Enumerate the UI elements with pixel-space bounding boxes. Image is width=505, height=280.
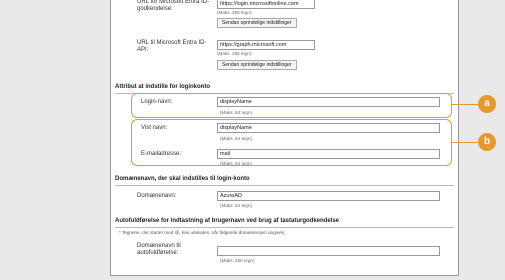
domain-hint: (Maks. 64 tegn) bbox=[220, 203, 252, 208]
callout-a-leader bbox=[452, 104, 478, 105]
entra-id-url-hint: (Maks. 255 tegn) bbox=[217, 10, 252, 15]
autocomplete-section-title: Autofuldførelse for indtastning af bruge… bbox=[115, 218, 454, 228]
entra-id-url-label: URL for Microsoft Entra ID-godkendelse: bbox=[137, 0, 210, 12]
entra-api-url-label: URL til Microsoft Entra ID-API: bbox=[137, 40, 207, 53]
callout-b-badge: b bbox=[478, 133, 496, 151]
autocomplete-note: * Tegnene, der starter med @, kan udelad… bbox=[119, 230, 286, 235]
highlight-box-a bbox=[131, 93, 452, 118]
entra-id-url-reset-button[interactable]: Sendan oprindelige indstillinger bbox=[217, 18, 297, 28]
entra-api-url-hint: (Maks. 255 tegn) bbox=[217, 51, 252, 56]
domain-input[interactable]: AzureAD bbox=[217, 191, 440, 201]
entra-id-url-input[interactable]: https://login.microsoftonline.com bbox=[217, 0, 315, 9]
domain-section-title: Domænenavn, der skal indstilles til logi… bbox=[115, 176, 454, 186]
autocomplete-domain-hint: (Maks. 255 tegn) bbox=[220, 258, 255, 263]
autocomplete-domain-label: Domænenavn til autofuldførelse: bbox=[137, 243, 181, 256]
callout-a-badge: a bbox=[478, 95, 496, 113]
autocomplete-domain-input[interactable] bbox=[217, 246, 440, 256]
entra-api-url-input[interactable]: https://graph.microsoft.com bbox=[217, 40, 315, 50]
callout-b-leader bbox=[452, 142, 478, 143]
domain-label: Domænenavn: bbox=[137, 193, 177, 199]
entra-api-url-reset-button[interactable]: Sendan oprindelige indstillinger bbox=[217, 60, 297, 70]
highlight-box-b bbox=[131, 119, 452, 166]
